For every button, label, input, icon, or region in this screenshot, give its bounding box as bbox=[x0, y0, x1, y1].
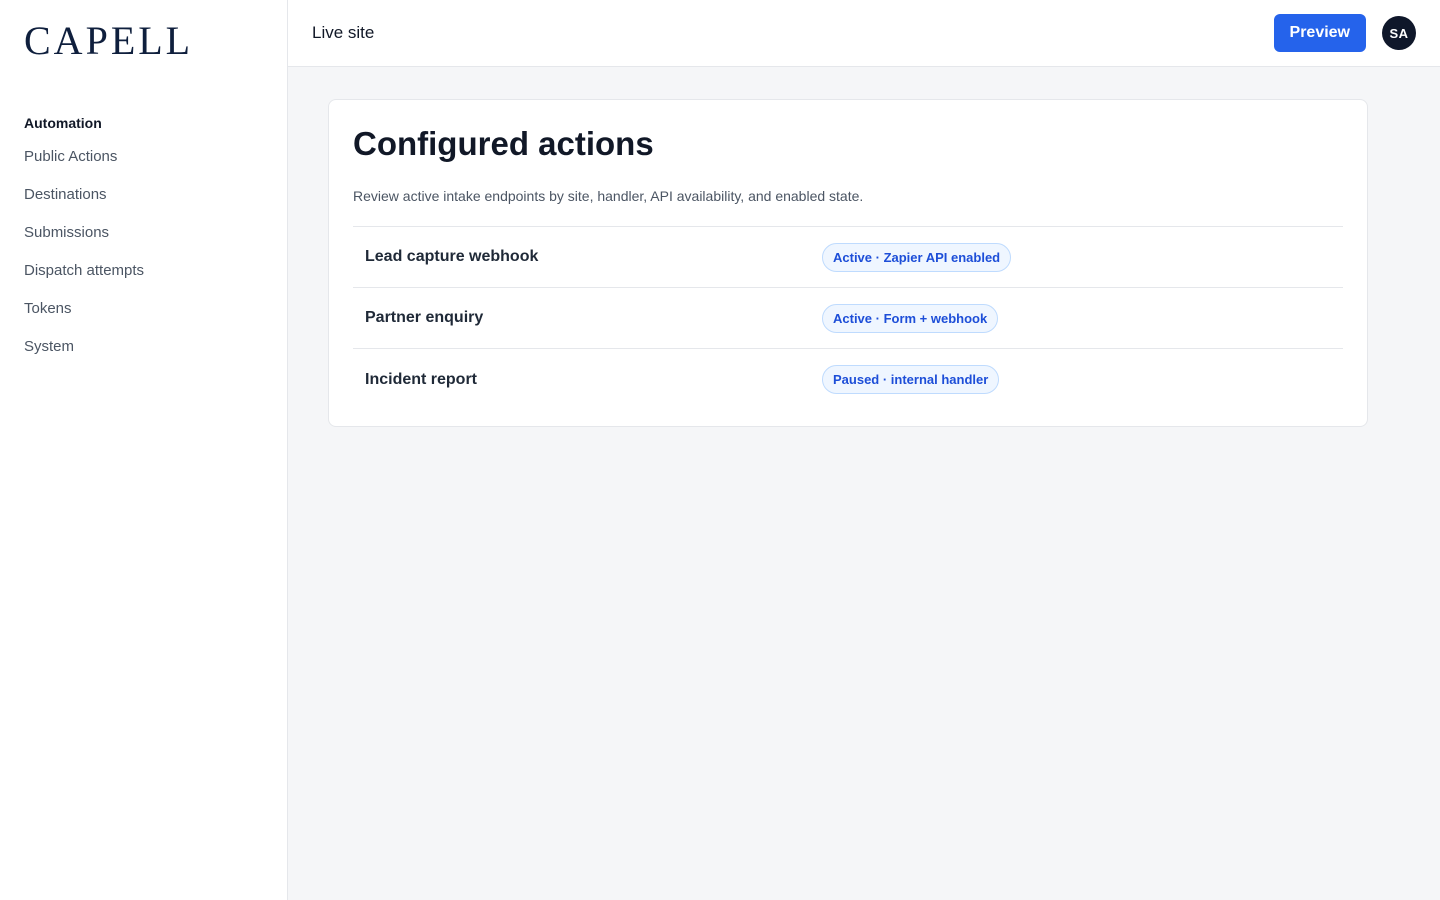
action-row[interactable]: Incident report Paused · internal handle… bbox=[353, 349, 1343, 410]
status-badge: Active · Form + webhook bbox=[822, 303, 999, 333]
preview-button[interactable]: Preview bbox=[1273, 14, 1366, 52]
page-description: Review active intake endpoints by site, … bbox=[353, 188, 864, 204]
top-bar: Live site Preview SA bbox=[288, 0, 1440, 67]
status-badge: Paused · internal handler bbox=[822, 365, 1000, 394]
action-row[interactable]: Partner enquiry Active · Form + webhook bbox=[353, 288, 1343, 349]
sidebar-nav: Automation Public Actions Destinations S… bbox=[24, 108, 263, 366]
sidebar-item-submissions[interactable]: Submissions bbox=[24, 214, 263, 252]
sidebar-item-dispatch-attempts[interactable]: Dispatch attempts bbox=[24, 252, 263, 290]
sidebar: CAPELL Automation Public Actions Destina… bbox=[0, 0, 288, 900]
status-badge: Active · Zapier API enabled bbox=[822, 242, 1012, 272]
app-root: CAPELL Automation Public Actions Destina… bbox=[0, 0, 1440, 900]
actions-list: Lead capture webhook Active · Zapier API… bbox=[353, 226, 1343, 410]
action-name: Partner enquiry bbox=[365, 309, 484, 326]
action-name: Lead capture webhook bbox=[365, 248, 539, 265]
main-area: Live site Preview SA Configured actions … bbox=[288, 0, 1440, 900]
sidebar-item-system[interactable]: System bbox=[24, 328, 263, 366]
brand-logo[interactable]: CAPELL bbox=[24, 0, 263, 78]
site-title: Live site bbox=[312, 23, 375, 42]
action-name: Incident report bbox=[365, 370, 478, 388]
user-avatar[interactable]: SA bbox=[1382, 16, 1416, 50]
top-bar-actions: Preview SA bbox=[1273, 14, 1416, 52]
page-title: Configured actions bbox=[353, 125, 654, 162]
actions-card: Configured actions Review active intake … bbox=[328, 99, 1368, 427]
nav-section-automation: Automation bbox=[24, 115, 102, 131]
sidebar-item-tokens[interactable]: Tokens bbox=[24, 290, 263, 328]
action-row[interactable]: Lead capture webhook Active · Zapier API… bbox=[353, 227, 1343, 288]
sidebar-item-public-actions[interactable]: Public Actions bbox=[24, 138, 263, 176]
content: Configured actions Review active intake … bbox=[288, 67, 1440, 459]
sidebar-item-destinations[interactable]: Destinations bbox=[24, 176, 263, 214]
